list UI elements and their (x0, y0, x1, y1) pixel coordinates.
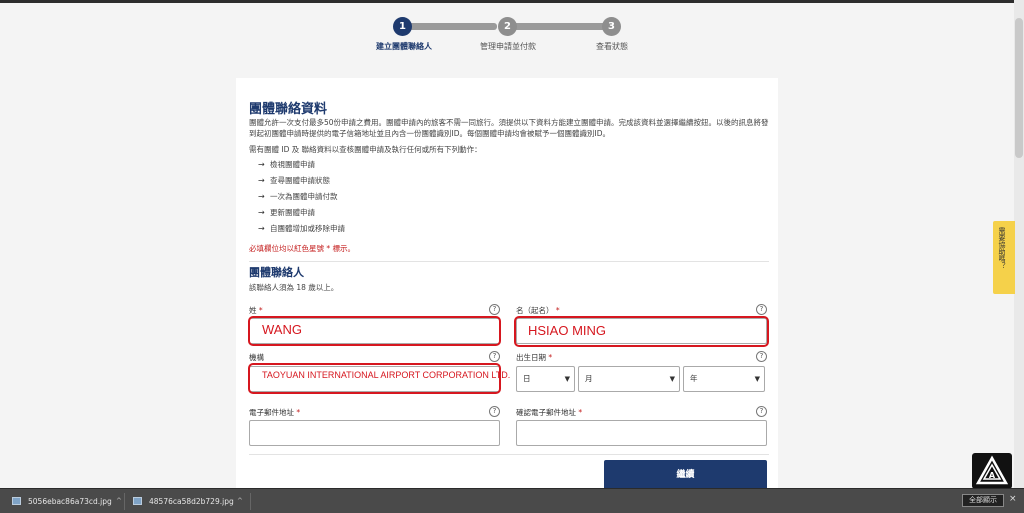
arrow-icon: → (258, 208, 265, 217)
required-note: 必填欄位均以紅色星號 * 標示。 (249, 244, 356, 253)
divider (249, 261, 769, 262)
page-title: 團體聯絡資料 (249, 102, 328, 117)
confirm-email-help-icon[interactable]: ? (756, 406, 767, 417)
organization-label: 機構 (249, 353, 264, 362)
dob-month-select[interactable]: 月 ▼ (578, 366, 680, 392)
svg-text:A: A (989, 471, 996, 480)
chevron-up-icon[interactable]: ^ (237, 489, 243, 513)
contact-heading: 團體聯絡人 (249, 266, 304, 279)
download-filename: 5056ebac86a73cd.jpg (28, 497, 112, 506)
intro-text: 團體允許一次支付最多50份申請之費用。團體申請內的旅客不需一同旅行。須提供以下資… (249, 118, 769, 138)
accessibility-logo-icon[interactable]: A (972, 453, 1012, 489)
downloads-bar: 5056ebac86a73cd.jpg ^ 48576ca58d2b729.jp… (0, 488, 1024, 513)
separator (250, 493, 251, 510)
surname-help-icon[interactable]: ? (489, 304, 500, 315)
progress-stepper: 1 2 3 建立團體聯絡人 管理申請並付款 查看狀態 (360, 14, 660, 54)
confirm-email-label: 確認電子郵件地址 * (516, 408, 583, 417)
feedback-tab[interactable]: 需要協助嗎？ (993, 221, 1015, 294)
image-file-icon (12, 497, 21, 505)
confirm-email-field[interactable] (516, 420, 767, 446)
dob-label: 出生日期 * (516, 353, 553, 362)
step-connector (402, 23, 497, 30)
continue-button[interactable]: 繼續 (604, 460, 767, 490)
surname-value: WANG (262, 322, 302, 337)
organization-help-icon[interactable]: ? (489, 351, 500, 362)
dob-year-select[interactable]: 年 ▼ (683, 366, 765, 392)
given-name-label: 名（起名） * (516, 306, 560, 315)
action-list: → 檢視團體申請 → 查尋團體申請狀態 → 一次為團體申請付款 → 更新團體申請 → 自團… (258, 159, 345, 239)
email-label: 電子郵件地址 * (249, 408, 301, 417)
arrow-icon: → (258, 176, 265, 185)
list-item: → 查尋團體申請狀態 (258, 176, 330, 185)
list-item: → 一次為團體申請付款 (258, 192, 338, 201)
download-filename: 48576ca58d2b729.jpg (149, 497, 234, 506)
chevron-down-icon: ▼ (564, 375, 570, 383)
step-3-label: 查看狀態 (596, 42, 628, 51)
chevron-down-icon: ▼ (669, 375, 675, 383)
close-icon[interactable]: × (1009, 494, 1017, 504)
surname-label: 姓 * (249, 306, 263, 315)
arrow-icon: → (258, 160, 265, 169)
arrow-icon: → (258, 192, 265, 201)
step-2-label: 管理申請並付款 (480, 42, 536, 51)
divider (249, 454, 769, 455)
given-name-help-icon[interactable]: ? (756, 304, 767, 315)
email-field[interactable] (249, 420, 500, 446)
step-connector (513, 23, 606, 30)
age-note: 該聯絡人須為 18 歲以上。 (249, 283, 339, 292)
list-item: → 更新團體申請 (258, 208, 315, 217)
download-item[interactable]: 5056ebac86a73cd.jpg ^ (12, 489, 127, 513)
feedback-label: 需要協助嗎？ (998, 227, 1006, 269)
step-3-circle: 3 (602, 17, 621, 36)
arrow-icon: → (258, 224, 265, 233)
image-file-icon (133, 497, 142, 505)
step-1-label: 建立團體聯絡人 (376, 42, 432, 51)
separator (124, 493, 125, 510)
organization-value: TAOYUAN INTERNATIONAL AIRPORT CORPORATIO… (262, 370, 511, 380)
chevron-down-icon: ▼ (754, 375, 760, 383)
show-all-button[interactable]: 全部顯示 (962, 494, 1004, 507)
step-2-circle: 2 (498, 17, 517, 36)
logo-glyph-icon: A (975, 455, 1009, 485)
list-item: → 自團體增加或移除申請 (258, 224, 345, 233)
dob-day-select[interactable]: 日 ▼ (516, 366, 575, 392)
dob-help-icon[interactable]: ? (756, 351, 767, 362)
step-1-circle: 1 (393, 17, 412, 36)
scrollbar[interactable] (1014, 0, 1024, 488)
form-panel: 團體聯絡資料 團體允許一次支付最多50份申請之費用。團體申請內的旅客不需一同旅行… (236, 78, 778, 490)
scrollbar-thumb[interactable] (1015, 18, 1023, 158)
given-name-value: HSIAO MING (528, 323, 607, 338)
email-help-icon[interactable]: ? (489, 406, 500, 417)
top-border (0, 0, 1014, 3)
page: 1 2 3 建立團體聯絡人 管理申請並付款 查看狀態 團體聯絡資料 團體允許一次… (0, 0, 1024, 513)
chevron-up-icon[interactable]: ^ (116, 489, 122, 513)
need-text: 需有團體 ID 及 聯絡資料以查核團體申請及執行任何或所有下列動作： (249, 145, 482, 154)
download-item[interactable]: 48576ca58d2b729.jpg ^ (133, 489, 248, 513)
list-item: → 檢視團體申請 (258, 160, 315, 169)
